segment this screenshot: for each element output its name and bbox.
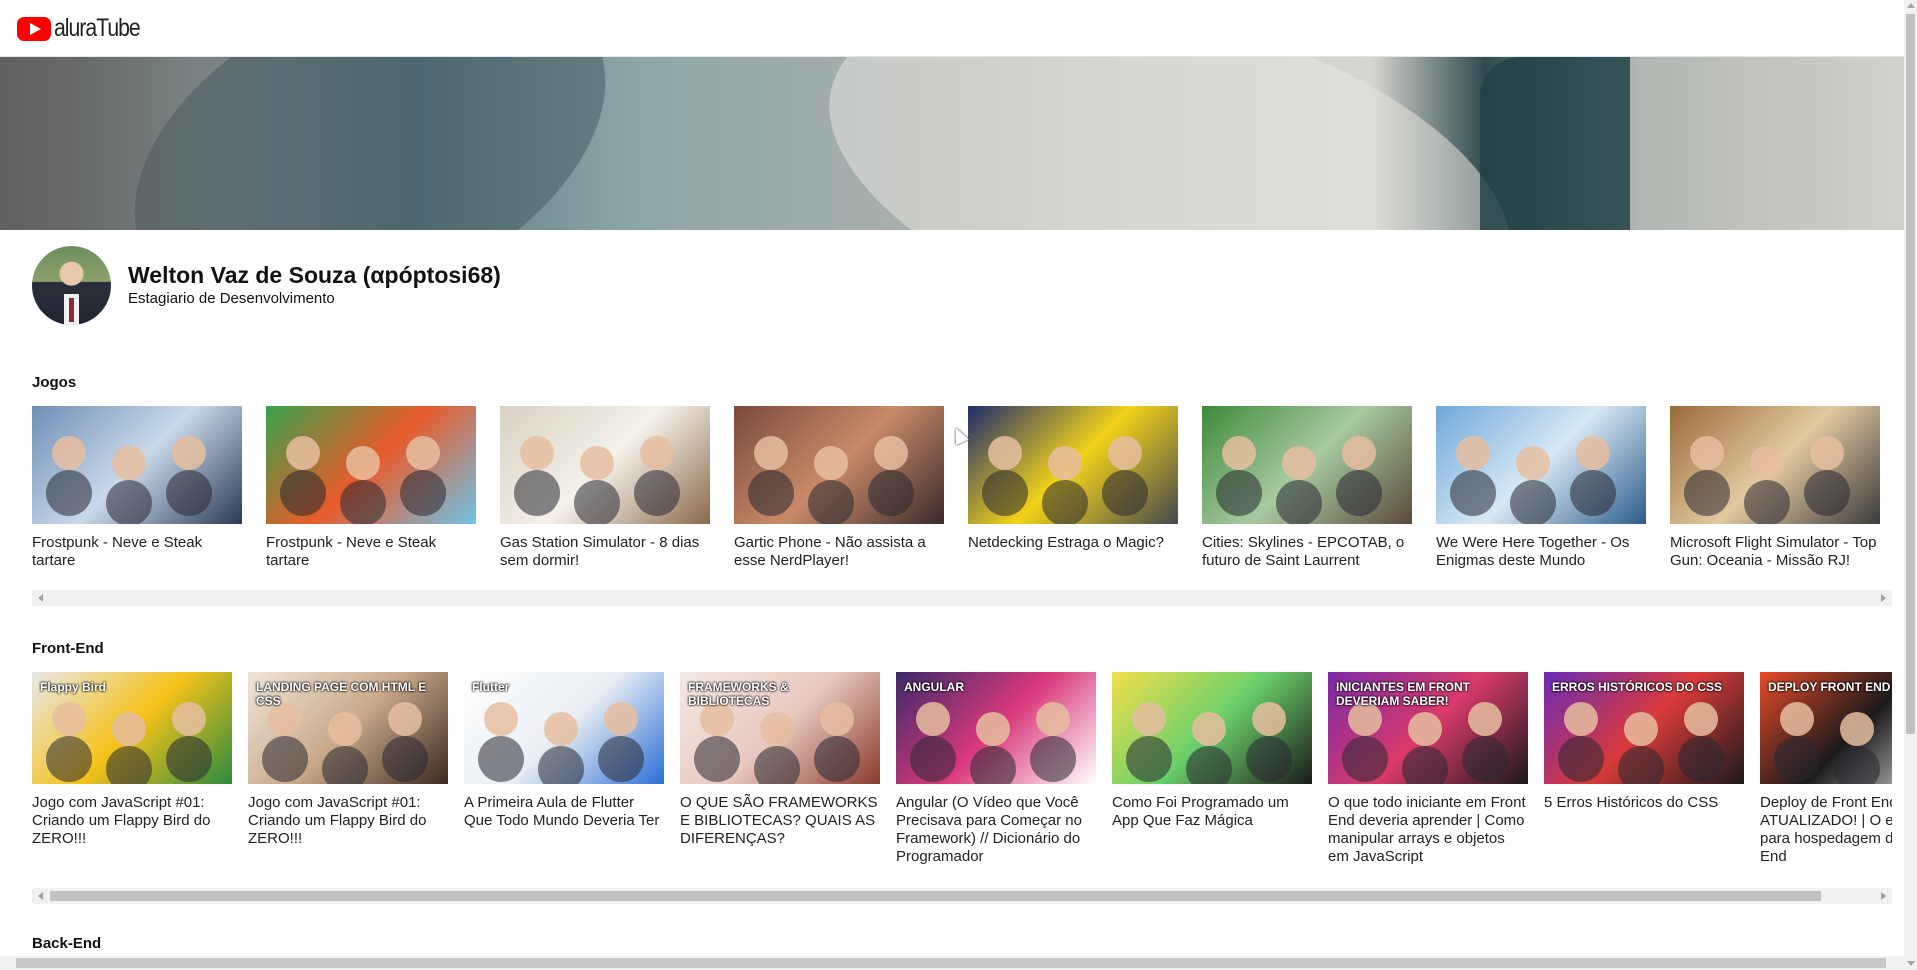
video-thumbnail[interactable]: ANGULAR <box>896 672 1096 784</box>
video-card[interactable]: Flutter A Primeira Aula de Flutter Que To… <box>464 672 664 830</box>
video-title[interactable]: Frostpunk - Neve e Steak tartare <box>266 534 476 570</box>
video-card[interactable]: LANDING PAGE COM HTML E CSS Jogo com Java… <box>248 672 448 848</box>
scroll-left-icon[interactable] <box>38 892 43 900</box>
video-title[interactable]: Gas Station Simulator - 8 dias sem dormi… <box>500 534 710 570</box>
scroll-left-icon[interactable] <box>38 594 43 602</box>
video-thumbnail[interactable] <box>32 406 242 524</box>
thumbnail-label: ANGULAR <box>904 680 964 694</box>
video-title[interactable]: Cities: Skylines - EPCOTAB, o futuro de … <box>1202 534 1412 570</box>
video-title[interactable]: O QUE SÃO FRAMEWORKS E BIBLIOTECAS? QUAI… <box>680 794 880 848</box>
row-scrollbar-jogos[interactable] <box>32 590 1892 606</box>
thumbnail-label: LANDING PAGE COM HTML E CSS <box>256 680 427 708</box>
video-thumbnail[interactable] <box>500 406 710 524</box>
top-header: aluraTube <box>0 0 1904 57</box>
section-title-back-end: Back-End <box>32 935 102 952</box>
avatar <box>32 246 111 325</box>
video-thumbnail[interactable] <box>1202 406 1412 524</box>
logo[interactable]: aluraTube <box>17 14 155 43</box>
video-card[interactable]: ANGULAR Angular (O Vídeo que Você Precisa… <box>896 672 1096 866</box>
video-title[interactable]: Jogo com JavaScript #01: Criando um Flap… <box>32 794 232 848</box>
video-thumbnail[interactable] <box>1670 406 1880 524</box>
video-title[interactable]: Deploy de Front End ATUALIZADO! | O eu u… <box>1760 794 1892 866</box>
video-card[interactable]: FRAMEWORKS & BIBLIOTECAS O QUE SÃO FRAMEW… <box>680 672 880 848</box>
video-thumbnail[interactable]: INICIANTES EM FRONT DEVERIAM SABER! <box>1328 672 1528 784</box>
scroll-down-icon[interactable] <box>1907 961 1915 966</box>
video-thumbnail[interactable] <box>1112 672 1312 784</box>
video-title[interactable]: Frostpunk - Neve e Steak tartare <box>32 534 242 570</box>
video-thumbnail[interactable]: Flappy Bird <box>32 672 232 784</box>
video-title[interactable]: We Were Here Together - Os Enigmas deste… <box>1436 534 1646 570</box>
video-thumbnail[interactable] <box>734 406 944 524</box>
scroll-up-icon[interactable] <box>1907 3 1915 8</box>
video-thumbnail[interactable] <box>266 406 476 524</box>
page-vscroll-thumb[interactable] <box>1906 14 1915 734</box>
thumbnail-label: ERROS HISTÓRICOS DO CSS <box>1552 680 1723 694</box>
video-title[interactable]: O que todo iniciante em Front End deveri… <box>1328 794 1528 866</box>
video-thumbnail[interactable]: Flutter <box>464 672 664 784</box>
video-thumbnail[interactable] <box>1436 406 1646 524</box>
thumbnail-label: DEPLOY FRONT END VERCEL <box>1768 680 1892 694</box>
video-title[interactable]: Gartic Phone - Não assista a esse NerdPl… <box>734 534 944 570</box>
video-thumbnail[interactable]: FRAMEWORKS & BIBLIOTECAS <box>680 672 880 784</box>
play-logo-icon <box>17 16 51 41</box>
video-thumbnail[interactable] <box>968 406 1178 524</box>
video-title[interactable]: Netdecking Estraga o Magic? <box>968 534 1178 552</box>
video-title[interactable]: Angular (O Vídeo que Você Precisava para… <box>896 794 1096 866</box>
video-card[interactable]: Netdecking Estraga o Magic? <box>968 406 1178 552</box>
video-row-front-end: Flappy Bird Jogo com JavaScript #01: Cria… <box>32 672 1892 888</box>
video-thumbnail[interactable]: LANDING PAGE COM HTML E CSS <box>248 672 448 784</box>
video-card[interactable]: DEPLOY FRONT END VERCEL Deploy de Front E… <box>1760 672 1892 866</box>
video-card[interactable]: Microsoft Flight Simulator - Top Gun: Oc… <box>1670 406 1880 570</box>
video-card[interactable]: Frostpunk - Neve e Steak tartare <box>32 406 242 570</box>
section-title-jogos: Jogos <box>32 374 77 391</box>
video-card[interactable]: We Were Here Together - Os Enigmas deste… <box>1436 406 1646 570</box>
video-thumbnail[interactable]: DEPLOY FRONT END VERCEL <box>1760 672 1892 784</box>
thumbnail-label: Flappy Bird <box>40 680 107 694</box>
video-title[interactable]: Como Foi Programado um App Que Faz Mágic… <box>1112 794 1312 830</box>
thumbnail-label: FRAMEWORKS & BIBLIOTECAS <box>688 680 789 708</box>
profile-role: Estagiario de Desenvolvimento <box>128 290 335 307</box>
video-card[interactable]: Gartic Phone - Não assista a esse NerdPl… <box>734 406 944 570</box>
video-card[interactable]: Como Foi Programado um App Que Faz Mágic… <box>1112 672 1312 830</box>
thumbnail-label: Flutter <box>472 680 510 694</box>
scroll-right-icon[interactable] <box>1881 892 1886 900</box>
video-title[interactable]: Microsoft Flight Simulator - Top Gun: Oc… <box>1670 534 1880 570</box>
page-hscroll-thumb[interactable] <box>16 958 1886 968</box>
row-scrollbar-front-end[interactable] <box>32 888 1892 904</box>
page-horizontal-scrollbar[interactable] <box>0 956 1904 970</box>
video-thumbnail[interactable]: ERROS HISTÓRICOS DO CSS <box>1544 672 1744 784</box>
scroll-right-icon[interactable] <box>1881 594 1886 602</box>
video-card[interactable]: INICIANTES EM FRONT DEVERIAM SABER! O que… <box>1328 672 1528 866</box>
thumbnail-label: INICIANTES EM FRONT DEVERIAM SABER! <box>1336 680 1470 708</box>
logo-text: aluraTube <box>54 14 141 42</box>
video-card[interactable]: Flappy Bird Jogo com JavaScript #01: Cria… <box>32 672 232 848</box>
video-title[interactable]: A Primeira Aula de Flutter Que Todo Mund… <box>464 794 664 830</box>
channel-banner <box>0 57 1904 230</box>
video-card[interactable]: Cities: Skylines - EPCOTAB, o futuro de … <box>1202 406 1412 570</box>
page-vertical-scrollbar[interactable] <box>1904 0 1917 970</box>
app-page: aluraTube Welton Vaz de Souza (αpóptosi6… <box>0 0 1904 970</box>
scroll-thumb[interactable] <box>50 891 1821 901</box>
video-card[interactable]: Gas Station Simulator - 8 dias sem dormi… <box>500 406 710 570</box>
video-card[interactable]: ERROS HISTÓRICOS DO CSS 5 Erros Histórico… <box>1544 672 1744 812</box>
video-title[interactable]: 5 Erros Históricos do CSS <box>1544 794 1744 812</box>
profile-name: Welton Vaz de Souza (αpóptosi68) <box>128 262 501 288</box>
video-card[interactable]: Frostpunk - Neve e Steak tartare <box>266 406 476 570</box>
section-title-front-end: Front-End <box>32 640 104 657</box>
video-title[interactable]: Jogo com JavaScript #01: Criando um Flap… <box>248 794 448 848</box>
